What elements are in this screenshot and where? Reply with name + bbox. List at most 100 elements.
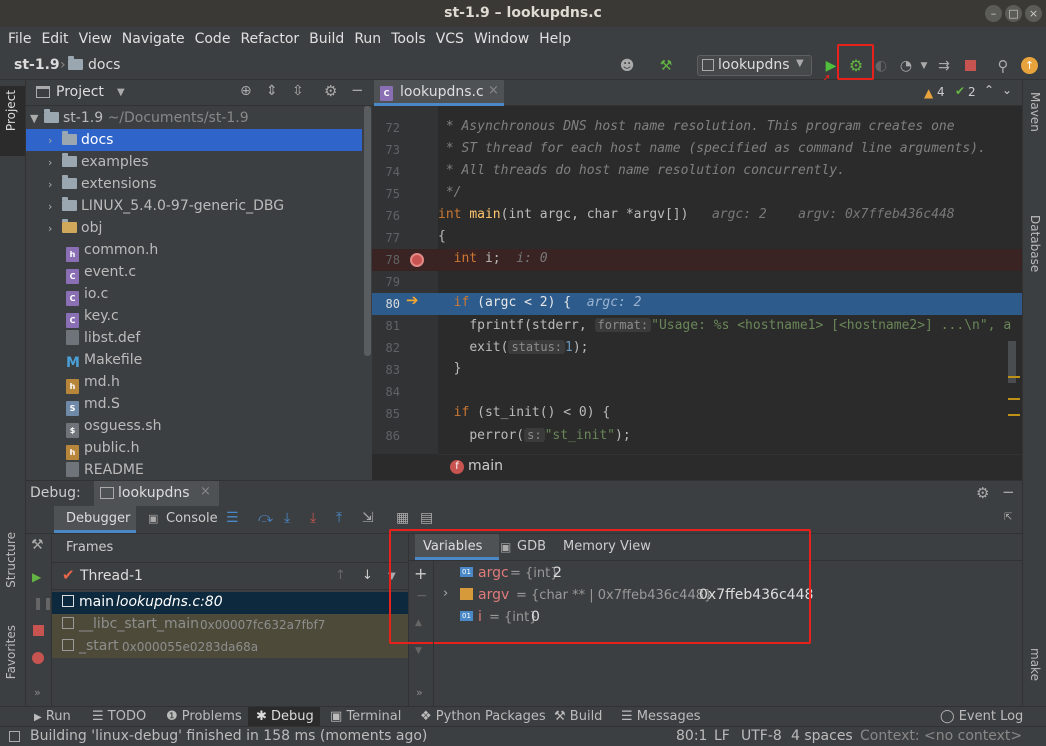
tree-item-linux-dbg[interactable]: › LINUX_5.4.0-97-generic_DBG <box>26 195 362 217</box>
tree-item-osguess-sh[interactable]: $ osguess.sh <box>26 415 362 438</box>
close-icon[interactable]: × <box>1025 5 1042 22</box>
debug-hide-icon[interactable]: − <box>1002 483 1015 501</box>
menu-window[interactable]: Window <box>474 31 529 47</box>
menu-edit[interactable]: Edit <box>41 31 68 47</box>
menu-code[interactable]: Code <box>195 31 231 47</box>
context-selector[interactable]: Context: <no context> <box>860 728 1022 744</box>
user-icon[interactable]: ☻ <box>617 56 637 76</box>
show-execution-point-icon[interactable]: ☰ <box>226 510 239 526</box>
step-over-icon[interactable]: ⤼ <box>258 510 273 526</box>
tree-item-docs[interactable]: › docs <box>26 129 362 151</box>
more-icon[interactable]: » <box>416 686 423 699</box>
console-tab[interactable]: Console <box>166 511 218 526</box>
next-frame-icon[interactable]: ↓ <box>362 568 373 583</box>
project-tool-tab[interactable]: Project <box>4 90 18 131</box>
indent-setting[interactable]: 4 spaces <box>791 728 853 744</box>
menu-run[interactable]: Run <box>354 31 381 47</box>
todo-tab[interactable]: ☰ TODO <box>92 709 146 724</box>
tree-item-examples[interactable]: › examples <box>26 151 362 173</box>
resume-icon[interactable]: ▶ <box>32 570 41 584</box>
search-icon[interactable]: ⚲ <box>993 56 1013 76</box>
menu-help[interactable]: Help <box>539 31 571 47</box>
frame-row-selected[interactable]: main lookupdns.c:80 <box>52 592 408 614</box>
expand-arrow-icon[interactable]: › <box>48 152 62 174</box>
move-up-icon[interactable]: ▲ <box>415 618 422 628</box>
frame-row[interactable]: _start 0x000055e0283da68a <box>52 636 408 658</box>
tree-item-common-h[interactable]: h common.h <box>26 239 362 262</box>
run-tab[interactable]: ▶ Run <box>34 709 71 724</box>
locate-icon[interactable]: ⊕ <box>240 83 252 99</box>
evaluate-icon[interactable]: ▦ <box>396 510 409 526</box>
project-panel-title[interactable]: Project <box>56 84 104 100</box>
pause-icon[interactable]: ❚❚ <box>33 596 53 610</box>
tree-item-io-c[interactable]: Cio.c <box>26 283 362 306</box>
run-config-selector[interactable]: lookupdns ▼ <box>697 55 812 76</box>
hide-panel-icon[interactable]: − <box>351 81 364 99</box>
terminal-tab[interactable]: ▣ Terminal <box>330 709 401 724</box>
caret-position[interactable]: 80:1 <box>676 728 707 744</box>
tree-item-makefile[interactable]: M Makefile <box>26 349 362 371</box>
tree-item-obj[interactable]: › obj <box>26 217 362 239</box>
editor-tab-lookupdns[interactable]: C lookupdns.c × <box>374 80 504 106</box>
view-dropdown-icon[interactable]: ▼ <box>117 87 125 98</box>
structure-tool-tab[interactable]: Structure <box>4 532 18 588</box>
collapse-arrow-icon[interactable]: ▼ <box>30 108 44 130</box>
debugger-tab[interactable]: Debugger <box>54 506 136 533</box>
expand-arrow-icon[interactable]: › <box>48 174 62 196</box>
breakpoint-icon[interactable] <box>410 253 424 267</box>
messages-tab[interactable]: ☰ Messages <box>621 709 701 724</box>
database-tool-tab[interactable]: Database <box>1028 215 1042 272</box>
debug-bug-icon[interactable]: ⚙ <box>846 56 866 76</box>
update-icon[interactable]: ↑ <box>1021 57 1038 74</box>
breadcrumb-project[interactable]: st-1.9 <box>14 57 60 73</box>
editor-gutter[interactable]: 72 73 74 75 76 77 78 79 80 81 82 83 84 8… <box>372 106 438 454</box>
tree-item-extensions[interactable]: › extensions <box>26 173 362 195</box>
menu-navigate[interactable]: Navigate <box>122 31 185 47</box>
stop-debug-icon[interactable] <box>33 625 44 636</box>
restore-layout-icon[interactable]: ⇱ <box>1004 512 1012 523</box>
problems-tab[interactable]: ❶ Problems <box>166 709 242 724</box>
more-icon[interactable]: » <box>34 686 41 699</box>
project-scrollbar[interactable] <box>364 106 371 356</box>
expand-arrow-icon[interactable]: › <box>48 218 62 240</box>
next-highlight-icon[interactable]: ⌄ <box>1002 83 1012 97</box>
tree-item-md-h[interactable]: h md.h <box>26 371 362 394</box>
close-session-icon[interactable]: × <box>200 484 211 499</box>
debug-settings-gear-icon[interactable]: ⚙ <box>976 484 989 502</box>
menu-view[interactable]: View <box>79 31 112 47</box>
force-step-into-icon[interactable]: ⤓ <box>310 510 316 526</box>
code-editor[interactable]: * Asynchronous DNS host name resolution.… <box>438 106 1022 454</box>
close-tab-icon[interactable]: × <box>488 83 499 98</box>
maven-tool-tab[interactable]: Maven <box>1028 92 1042 132</box>
build-tab[interactable]: ⚒ Build <box>554 709 602 724</box>
status-message[interactable]: Building 'linux-debug' finished in 158 m… <box>30 728 427 744</box>
maximize-icon[interactable]: □ <box>1005 5 1022 22</box>
menu-build[interactable]: Build <box>309 31 344 47</box>
run-to-cursor-icon[interactable]: ⇲ <box>362 510 374 526</box>
expand-arrow-icon[interactable]: › <box>48 196 62 218</box>
tree-item-libst-def[interactable]: libst.def <box>26 327 362 349</box>
debug-session-tab[interactable]: lookupdns × <box>94 481 219 507</box>
expand-arrow-icon[interactable]: › <box>48 130 62 152</box>
prev-highlight-icon[interactable]: ⌃ <box>984 83 994 97</box>
memory-icon[interactable]: ▤ <box>420 510 433 526</box>
minimize-icon[interactable]: – <box>985 5 1002 22</box>
tree-item-event-c[interactable]: Cevent.c <box>26 261 362 284</box>
function-crumb[interactable]: main <box>468 458 503 474</box>
tree-root[interactable]: ▼ st-1.9 ~/Documents/st-1.9 <box>30 107 366 129</box>
remove-watch-icon[interactable]: − <box>416 588 428 604</box>
python-packages-tab[interactable]: ❖ Python Packages <box>420 709 546 724</box>
menu-tools[interactable]: Tools <box>391 31 426 47</box>
build-hammer-icon[interactable]: ⚒ <box>656 56 676 76</box>
file-encoding[interactable]: UTF-8 <box>741 728 782 744</box>
toggle-panels-icon[interactable] <box>9 731 20 742</box>
favorites-tool-tab[interactable]: Favorites <box>4 625 18 679</box>
profiler-chevron-icon[interactable]: ▼ <box>914 56 934 76</box>
step-out-icon[interactable]: ⤒ <box>336 510 342 526</box>
view-breakpoints-icon[interactable] <box>32 652 44 664</box>
thread-selector[interactable]: ✔ Thread-1 ↑ ↓ ▼ <box>52 562 408 590</box>
stop-icon[interactable] <box>965 60 976 71</box>
menu-vcs[interactable]: VCS <box>436 31 464 47</box>
step-into-icon[interactable]: ⤓ <box>284 510 290 526</box>
profiler-icon[interactable]: ◔ <box>896 56 916 76</box>
